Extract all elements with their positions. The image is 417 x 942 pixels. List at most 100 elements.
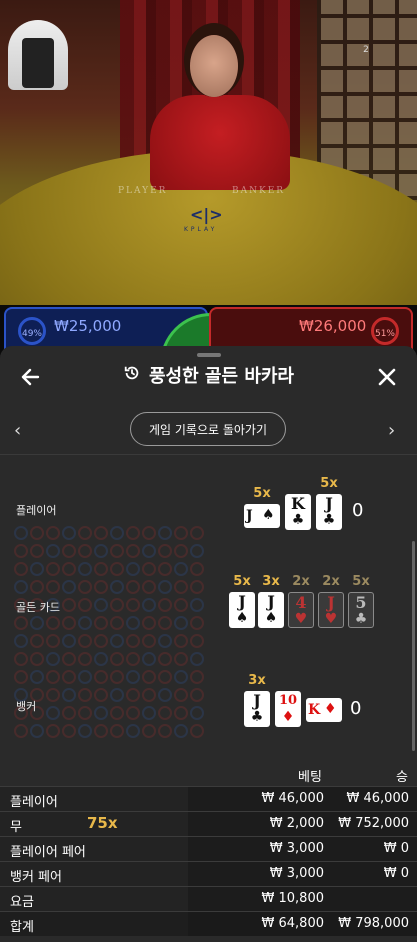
scoreboard-dot [30, 634, 44, 648]
previous-round-chevron-icon[interactable]: ‹ [14, 420, 32, 444]
fee-amount: ₩ 10,800 [261, 891, 324, 906]
drag-handle[interactable] [197, 353, 221, 357]
scoreboard-dot [62, 652, 76, 666]
scoreboard-dot [14, 670, 28, 684]
table-row: 플레이어 페어 ₩ 3,000 ₩ 0 [0, 837, 417, 861]
scoreboard-dot [158, 634, 172, 648]
scoreboard-dot [78, 670, 92, 684]
total-win-amount: ₩ 798,000 [338, 916, 409, 931]
player-card-2: K ♣ [285, 494, 311, 530]
scoreboard-dot [110, 616, 124, 630]
scoreboard-dot [126, 562, 140, 576]
table-row: 요금 ₩ 10,800 [0, 887, 417, 911]
golden-card-5-multiplier: 5x [352, 574, 370, 589]
golden-card-1: J ♠ [229, 592, 255, 628]
next-round-chevron-icon[interactable]: › [388, 420, 406, 444]
scoreboard-dot [78, 544, 92, 558]
dealer-head [190, 35, 238, 97]
scoreboard-dot [126, 706, 140, 720]
scoreboard-dot [190, 526, 204, 540]
kplay-logo-text: KPLAY [184, 226, 218, 233]
win-amount: ₩ 752,000 [338, 816, 409, 831]
golden-card-2: J ♠ [258, 592, 284, 628]
bet-type-name: 플레이어 페어 [10, 845, 86, 860]
scoreboard-dot [190, 688, 204, 702]
divider [0, 454, 417, 455]
scoreboard-dot [126, 634, 140, 648]
win-amount: ₩ 0 [383, 866, 409, 881]
scoreboard-dot [94, 670, 108, 684]
scoreboard-dot [190, 652, 204, 666]
scoreboard-dot [158, 544, 172, 558]
viewer-count-badge: 2 [363, 45, 369, 55]
scoreboard-dot [94, 562, 108, 576]
scoreboard-dot [46, 580, 60, 594]
scoreboard-dot [30, 652, 44, 666]
player-bet-amount: ₩25,000 [54, 317, 122, 335]
scoreboard-dot [142, 652, 156, 666]
golden-card-3-multiplier: 2x [292, 574, 310, 589]
bet-amount: ₩ 2,000 [269, 816, 324, 831]
scoreboard-dot [62, 706, 76, 720]
scoreboard-dot [110, 706, 124, 720]
game-history-detail-panel: 풍성한 골든 바카라 ‹ 게임 기록으로 돌아가기 › 플레이어 5x J ♠ K… [0, 346, 417, 942]
close-icon[interactable] [374, 364, 400, 390]
tie-multiplier: 75x [87, 814, 118, 832]
scoreboard-dot [62, 688, 76, 702]
scoreboard-dot [158, 580, 172, 594]
golden-card-4: J ♥ [318, 592, 344, 628]
scoreboard-dot [110, 580, 124, 594]
scoreboard-dot [110, 562, 124, 576]
scoreboard-dot [142, 598, 156, 612]
scoreboard-dot [190, 616, 204, 630]
scoreboard-dot [46, 652, 60, 666]
scoreboard-dot [110, 652, 124, 666]
scoreboard-dot [94, 724, 108, 738]
scoreboard-dot [46, 544, 60, 558]
background-dealer [8, 20, 68, 90]
scoreboard-dot [30, 526, 44, 540]
scoreboard-dot [62, 634, 76, 648]
scoreboard-dot [94, 688, 108, 702]
bet-column-header: 베팅 [298, 770, 322, 785]
scoreboard-dot [94, 652, 108, 666]
live-video-feed: PLAYER BANKER <|> KPLAY 2 [0, 0, 417, 310]
table-row-total: 합계 ₩ 64,800 ₩ 798,000 [0, 912, 417, 936]
scoreboard-dot [46, 706, 60, 720]
player-card-3: J ♣ [316, 494, 342, 530]
scoreboard-dot [94, 706, 108, 720]
scoreboard-dot [190, 562, 204, 576]
scoreboard-dot [174, 652, 188, 666]
scoreboard-dot [78, 706, 92, 720]
scoreboard-dot [142, 724, 156, 738]
scrollbar[interactable] [412, 541, 415, 751]
scoreboard-dot [158, 670, 172, 684]
player-score: 0 [352, 500, 364, 521]
scoreboard-dot [110, 670, 124, 684]
back-to-history-button[interactable]: 게임 기록으로 돌아가기 [130, 412, 286, 446]
scoreboard-dot [78, 616, 92, 630]
scoreboard-dot [174, 562, 188, 576]
scoreboard-dot [110, 598, 124, 612]
golden-card-label: 골든 카드 [16, 601, 60, 614]
panel-title: 풍성한 골든 바카라 [0, 364, 417, 390]
scoreboard-dot [190, 706, 204, 720]
scoreboard-dot [126, 580, 140, 594]
scoreboard-dot [62, 562, 76, 576]
scoreboard-dot [62, 670, 76, 684]
scoreboard-dot [174, 598, 188, 612]
scoreboard-dot [46, 562, 60, 576]
scoreboard-dot [190, 598, 204, 612]
player-card-3-multiplier: 5x [320, 476, 338, 491]
scoreboard-dot [174, 724, 188, 738]
scoreboard-dot [78, 598, 92, 612]
scoreboard-dot [142, 562, 156, 576]
player-card-1-multiplier: 5x [253, 486, 271, 501]
scoreboard-dot [46, 724, 60, 738]
scoreboard-dot [142, 706, 156, 720]
scoreboard-dot [14, 580, 28, 594]
scoreboard-dot [14, 526, 28, 540]
scoreboard-dot [46, 526, 60, 540]
golden-card-1-multiplier: 5x [233, 574, 251, 589]
scoreboard-dot [174, 670, 188, 684]
